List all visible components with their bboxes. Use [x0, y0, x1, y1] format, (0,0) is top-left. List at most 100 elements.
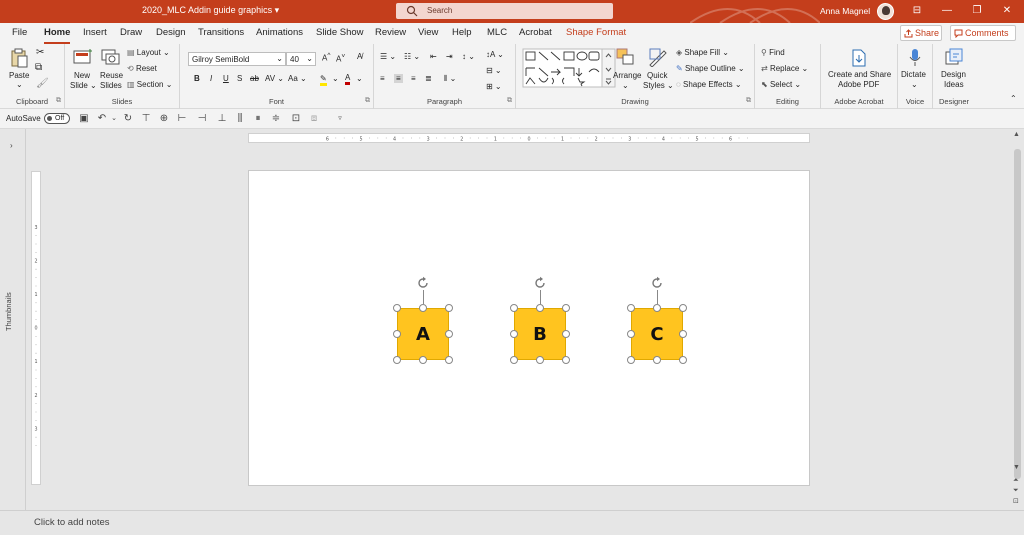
- share-button[interactable]: Share: [900, 25, 942, 41]
- shape-a[interactable]: A: [397, 308, 449, 360]
- tab-design[interactable]: Design: [156, 27, 186, 38]
- group-icon[interactable]: ⊡: [290, 113, 302, 125]
- resize-handle[interactable]: [510, 330, 518, 338]
- expand-thumbnails-icon[interactable]: ›: [10, 141, 13, 150]
- tab-review[interactable]: Review: [375, 27, 406, 38]
- redo-icon[interactable]: ↻: [122, 113, 134, 125]
- resize-handle[interactable]: [510, 356, 518, 364]
- line-spacing-icon[interactable]: ↕ ⌄: [462, 52, 475, 61]
- collapse-ribbon-icon[interactable]: ⌃: [1010, 94, 1017, 103]
- arrange-label[interactable]: Arrange: [613, 71, 641, 80]
- next-slide-icon[interactable]: ⏷: [1013, 487, 1019, 495]
- shape-outline-button[interactable]: ✎ Shape Outline ⌄: [676, 64, 745, 73]
- smartart-icon[interactable]: ⊞ ⌄: [486, 82, 502, 91]
- tab-insert[interactable]: Insert: [83, 27, 107, 38]
- design-ideas-icon[interactable]: [945, 48, 963, 68]
- close-icon[interactable]: ✕: [998, 3, 1016, 19]
- font-color-dropdown-icon[interactable]: ⌄: [356, 74, 363, 83]
- quick-styles-icon[interactable]: [648, 47, 668, 67]
- dictate-dropdown-icon[interactable]: ⌄: [911, 80, 918, 89]
- select-button[interactable]: ⬉ Select ⌄: [761, 80, 801, 89]
- align-bottom-icon[interactable]: ⊥: [216, 113, 228, 125]
- new-slide-label-2[interactable]: Slide ⌄: [70, 81, 97, 90]
- quick-label[interactable]: Quick: [647, 71, 667, 80]
- columns-icon[interactable]: ⫴ ⌄: [444, 74, 456, 84]
- shape-text[interactable]: A: [398, 324, 448, 345]
- reset-button[interactable]: ⟲ Reset: [127, 64, 157, 73]
- autosave-toggle[interactable]: Off: [44, 113, 70, 124]
- copy-icon[interactable]: ⧉: [35, 62, 42, 73]
- resize-handle[interactable]: [393, 330, 401, 338]
- italic-icon[interactable]: I: [210, 74, 212, 83]
- previous-slide-icon[interactable]: ⏶: [1013, 477, 1019, 485]
- vertical-scrollbar[interactable]: ▲ ▼ ⏶ ⏷ ⊡: [1011, 129, 1024, 510]
- resize-handle[interactable]: [627, 356, 635, 364]
- decrease-indent-icon[interactable]: ⇤: [430, 52, 437, 61]
- change-case-icon[interactable]: Aa ⌄: [288, 74, 307, 83]
- highlight-icon[interactable]: ✎: [320, 74, 327, 86]
- tab-mlc[interactable]: MLC: [487, 27, 507, 38]
- format-painter-icon[interactable]: 🖌: [36, 78, 49, 89]
- restore-icon[interactable]: ❐: [968, 3, 986, 19]
- resize-handle[interactable]: [445, 356, 453, 364]
- resize-handle[interactable]: [419, 304, 427, 312]
- scrollbar-thumb[interactable]: [1014, 149, 1021, 479]
- document-title[interactable]: 2020_MLC Addin guide graphics ▾: [142, 5, 279, 16]
- align-left-icon[interactable]: ≡: [380, 74, 385, 83]
- shape-c[interactable]: C: [631, 308, 683, 360]
- increase-font-icon[interactable]: A^: [322, 52, 330, 63]
- microphone-icon[interactable]: [908, 48, 922, 68]
- design-ideas-label-2[interactable]: Ideas: [944, 80, 964, 89]
- tab-shape-format[interactable]: Shape Format: [566, 27, 626, 38]
- search-box[interactable]: Search: [396, 3, 613, 19]
- resize-handle[interactable]: [679, 304, 687, 312]
- strikethrough-icon[interactable]: ab: [250, 74, 259, 83]
- avatar[interactable]: [877, 3, 894, 20]
- tab-animations[interactable]: Animations: [256, 27, 303, 38]
- find-button[interactable]: ⚲ Find: [761, 48, 785, 57]
- resize-handle[interactable]: [536, 304, 544, 312]
- clipboard-launcher-icon[interactable]: ⧉: [56, 97, 61, 105]
- distribute-vertical-icon[interactable]: ≑: [270, 113, 282, 125]
- layout-button[interactable]: ▤ Layout ⌄: [127, 48, 170, 57]
- tab-view[interactable]: View: [418, 27, 438, 38]
- slide-canvas[interactable]: A B C: [248, 170, 810, 486]
- resize-handle[interactable]: [562, 304, 570, 312]
- customize-qat-icon[interactable]: ▿: [334, 113, 346, 125]
- resize-handle[interactable]: [393, 304, 401, 312]
- increase-indent-icon[interactable]: ⇥: [446, 52, 453, 61]
- resize-handle[interactable]: [419, 356, 427, 364]
- arrange-icon[interactable]: [616, 48, 636, 66]
- replace-button[interactable]: ⇄ Replace ⌄: [761, 64, 808, 73]
- drawing-launcher-icon[interactable]: ⧉: [746, 97, 751, 105]
- fit-slide-icon[interactable]: ⊡: [1013, 497, 1019, 505]
- bullets-icon[interactable]: ☰ ⌄: [380, 52, 396, 61]
- tab-help[interactable]: Help: [452, 27, 472, 38]
- adobe-pdf-icon[interactable]: [851, 49, 867, 67]
- font-name-select[interactable]: Gilroy SemiBold ⌄: [188, 52, 286, 66]
- resize-handle[interactable]: [679, 330, 687, 338]
- resize-handle[interactable]: [393, 356, 401, 364]
- align-right-icon[interactable]: ≡: [411, 74, 416, 83]
- resize-handle[interactable]: [627, 304, 635, 312]
- scroll-down-icon[interactable]: ▼: [1013, 464, 1020, 471]
- reuse-slides-icon[interactable]: [101, 48, 121, 66]
- justify-icon[interactable]: ≣: [425, 74, 432, 83]
- shapes-gallery[interactable]: [522, 48, 616, 88]
- cut-icon[interactable]: ✂: [36, 47, 44, 58]
- paste-label[interactable]: Paste: [9, 71, 29, 80]
- undo-icon[interactable]: ↶: [96, 113, 108, 125]
- thumbnails-label[interactable]: Thumbnails: [4, 292, 13, 331]
- resize-handle[interactable]: [653, 356, 661, 364]
- underline-icon[interactable]: U: [223, 74, 229, 83]
- paste-dropdown-icon[interactable]: ⌄: [16, 80, 23, 89]
- tab-draw[interactable]: Draw: [120, 27, 142, 38]
- align-center-icon-qat[interactable]: ⏸: [252, 113, 264, 125]
- new-slide-label[interactable]: New: [74, 71, 90, 80]
- font-launcher-icon[interactable]: ⧉: [365, 97, 370, 105]
- notes-pane[interactable]: Click to add notes: [0, 510, 1024, 535]
- resize-handle[interactable]: [445, 304, 453, 312]
- align-left-icon-qat[interactable]: ⊢: [176, 113, 188, 125]
- shape-text[interactable]: B: [515, 324, 565, 345]
- shape-fill-button[interactable]: ◈ Shape Fill ⌄: [676, 48, 729, 57]
